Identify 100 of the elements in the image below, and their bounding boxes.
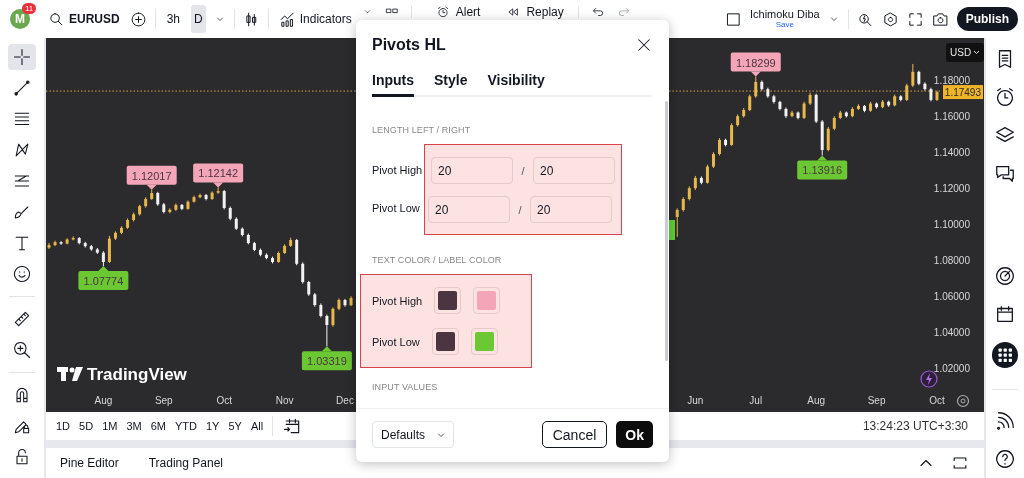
replay-button[interactable]: Replay bbox=[504, 4, 566, 19]
number-field[interactable]: 20 bbox=[530, 196, 612, 223]
time-label: Nov bbox=[275, 395, 294, 406]
panel-tab[interactable]: Trading Panel bbox=[148, 456, 223, 470]
interval-button[interactable]: 3h bbox=[163, 5, 184, 33]
candlestick bbox=[705, 164, 709, 185]
indicators-button[interactable]: Indicators bbox=[276, 5, 354, 33]
annotation: 1.07774 bbox=[83, 275, 124, 288]
ok-button[interactable]: Ok bbox=[616, 421, 653, 448]
scrollbar[interactable] bbox=[665, 101, 668, 361]
settings-icon[interactable] bbox=[956, 394, 970, 408]
layout-name[interactable]: Ichimoku Diba bbox=[749, 9, 820, 21]
interval-button[interactable]: D bbox=[191, 5, 206, 33]
broadcast-icon[interactable] bbox=[994, 410, 1016, 432]
section-heading: TEXT COLOR / LABEL COLOR bbox=[372, 255, 503, 265]
candlestick bbox=[47, 242, 51, 250]
range-button[interactable]: 5Y bbox=[228, 420, 242, 432]
price-tick: 1.08000 bbox=[933, 255, 970, 266]
defaults-dropdown[interactable]: Defaults bbox=[372, 421, 454, 448]
pivot-label: 1.12142 bbox=[193, 163, 244, 188]
range-button[interactable]: 1D bbox=[56, 420, 71, 432]
range-button[interactable]: All bbox=[250, 420, 264, 432]
pivot-label: 1.07774 bbox=[78, 266, 129, 291]
tradingview-watermark: TradingView bbox=[87, 365, 187, 384]
separator: / bbox=[520, 164, 526, 177]
alarm-clock-icon[interactable] bbox=[994, 86, 1016, 108]
time-label: Sep bbox=[154, 395, 173, 406]
smiley-icon bbox=[12, 264, 32, 284]
pivot-label: 1.13916 bbox=[797, 155, 848, 180]
camera-icon[interactable] bbox=[931, 10, 949, 28]
pivot-label: 1.18299 bbox=[730, 52, 781, 77]
calendar-icon[interactable] bbox=[994, 303, 1016, 325]
annotation: 1.13916 bbox=[802, 164, 843, 177]
chart-icon bbox=[278, 10, 296, 28]
trend-line-icon bbox=[12, 78, 32, 98]
annotation: 1.18299 bbox=[735, 56, 776, 69]
row-label: Pivot High bbox=[372, 294, 423, 307]
search-icon bbox=[48, 10, 65, 28]
candlestick bbox=[754, 76, 758, 99]
time-label: Oct bbox=[216, 395, 232, 406]
apps-icon[interactable] bbox=[991, 341, 1019, 369]
candlestick bbox=[295, 238, 299, 266]
separator: / bbox=[517, 203, 523, 216]
symbol-search[interactable]: EURUSD bbox=[46, 5, 122, 33]
range-button[interactable]: 6M bbox=[150, 420, 166, 432]
currency-button[interactable]: USD bbox=[946, 43, 984, 62]
alarm-clock-icon bbox=[435, 4, 450, 19]
number-field[interactable]: 20 bbox=[428, 196, 510, 223]
time-label: Dec bbox=[336, 395, 354, 406]
candlestick bbox=[107, 235, 111, 264]
candlestick bbox=[911, 63, 915, 88]
clock[interactable]: 13:24:23 UTC+3:30 bbox=[862, 419, 968, 433]
lightning-icon[interactable] bbox=[920, 370, 938, 388]
fullscreen-icon[interactable] bbox=[906, 10, 924, 28]
target-icon[interactable] bbox=[994, 265, 1016, 287]
zoom-in-icon bbox=[12, 340, 32, 360]
number-field[interactable]: 20 bbox=[431, 157, 513, 184]
row-label: Pivot Low bbox=[372, 202, 421, 214]
price-tick: 1.10000 bbox=[933, 219, 970, 230]
color-swatch[interactable] bbox=[473, 287, 501, 314]
notification-badge: 11 bbox=[22, 3, 37, 14]
crosshair-tool[interactable] bbox=[8, 44, 36, 70]
help-icon[interactable] bbox=[994, 448, 1016, 470]
number-field[interactable]: 20 bbox=[533, 157, 615, 184]
pivot-label-edge bbox=[669, 220, 675, 240]
range-button[interactable]: 5D bbox=[79, 420, 94, 432]
alert-button[interactable]: Alert bbox=[433, 4, 483, 19]
candlestick bbox=[59, 240, 63, 246]
pivot-label: 1.03319 bbox=[301, 346, 352, 371]
time-label: Jun bbox=[687, 395, 704, 406]
logo-icon bbox=[57, 367, 83, 381]
range-button[interactable]: YTD bbox=[174, 420, 197, 432]
publish-button[interactable]: Publish bbox=[956, 7, 1018, 31]
section-heading: INPUT VALUES bbox=[372, 382, 439, 392]
color-swatch[interactable] bbox=[434, 287, 462, 314]
dialog-tab[interactable]: Inputs bbox=[372, 72, 414, 97]
price-tick: 1.12000 bbox=[933, 183, 970, 194]
price-tick: 1.06000 bbox=[933, 291, 970, 302]
range-button[interactable]: 1M bbox=[102, 420, 118, 432]
time-label: Aug bbox=[807, 395, 826, 406]
time-label: Jul bbox=[749, 395, 763, 406]
dialog-tab[interactable]: Style bbox=[434, 72, 468, 97]
close-icon[interactable] bbox=[635, 36, 653, 54]
annotation: 1.12142 bbox=[198, 167, 239, 180]
range-button[interactable]: 1Y bbox=[205, 420, 220, 432]
cancel-button[interactable]: Cancel bbox=[541, 421, 608, 448]
settings-icon[interactable] bbox=[881, 10, 899, 28]
candlestick bbox=[826, 126, 830, 152]
square-icon[interactable] bbox=[724, 10, 742, 28]
annotation: 1.12017 bbox=[131, 169, 172, 182]
color-swatch[interactable] bbox=[431, 328, 459, 355]
add-symbol-icon[interactable] bbox=[129, 10, 147, 28]
panel-tab[interactable]: Pine Editor bbox=[60, 456, 119, 470]
range-button[interactable]: 3M bbox=[126, 420, 142, 432]
price-tick: 1.16000 bbox=[933, 110, 970, 122]
color-swatch[interactable] bbox=[470, 328, 498, 355]
save-link[interactable]: Save bbox=[775, 20, 794, 29]
dialog-tab[interactable]: Visibility bbox=[487, 72, 545, 97]
row-label: Pivot High bbox=[372, 164, 424, 176]
price-tick: 1.04000 bbox=[933, 327, 970, 339]
